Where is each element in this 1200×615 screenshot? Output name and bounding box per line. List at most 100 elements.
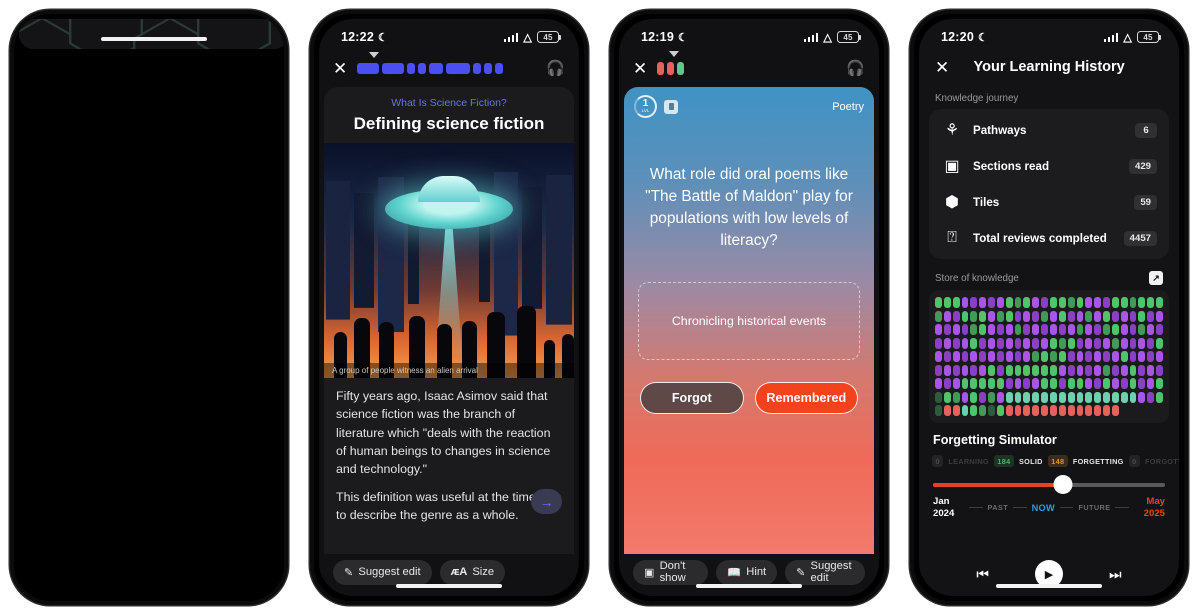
legend-label: LEARNING: [948, 456, 989, 466]
prev-icon[interactable]: ⏮: [976, 566, 989, 583]
ufo-icon: [385, 189, 513, 229]
heatmap-cell: [943, 337, 951, 349]
next-arrow-button[interactable]: →: [531, 489, 562, 514]
heatmap-cell: [952, 378, 960, 389]
reading-progress[interactable]: [357, 51, 536, 74]
text-size-label: Size: [472, 566, 495, 578]
heatmap-cell: [952, 310, 960, 322]
knowledge-heatmap[interactable]: [929, 290, 1169, 423]
heatmap-cell: [996, 324, 1004, 335]
article-kicker[interactable]: What Is Science Fiction?: [324, 87, 574, 109]
stat-row[interactable]: ⬢ Tiles 59: [929, 184, 1169, 220]
time-slider[interactable]: [933, 475, 1165, 494]
suggest-edit-button[interactable]: ✎ Suggest edit: [785, 559, 865, 585]
heatmap-cell: [1085, 364, 1093, 376]
heatmap-cell: [1120, 405, 1128, 416]
heatmap-cell: [1005, 324, 1013, 335]
heatmap-cell: [1094, 391, 1102, 403]
screen-review-card: 12:19 ☾ △ 45 ✕ 🎧 1 LVL Poetry What role …: [619, 19, 879, 596]
heatmap-cell: [961, 378, 969, 389]
heatmap-cell: [1120, 310, 1128, 322]
progress-segment: [473, 62, 482, 74]
answer-box[interactable]: Chronicling historical events: [638, 281, 860, 360]
heatmap-cell: [979, 310, 987, 322]
axis-line: [1115, 507, 1130, 508]
wifi-icon: △: [1123, 31, 1132, 44]
heatmap-row: [935, 297, 1163, 308]
status-time: 12:22: [341, 30, 374, 44]
axis-line: [969, 507, 983, 508]
screen-pathway-map: 10:01 ☾ △ 74: [19, 19, 284, 49]
review-progress[interactable]: [657, 50, 836, 75]
slider-knob[interactable]: [1053, 475, 1073, 494]
status-indicators: △ 45: [803, 31, 861, 44]
close-icon[interactable]: ✕: [333, 60, 347, 77]
stat-row[interactable]: ⍰ Total reviews completed 4457: [929, 220, 1169, 256]
cellular-icon: [1103, 32, 1119, 42]
heatmap-cell: [1023, 378, 1031, 389]
heatmap-cell: [1103, 378, 1110, 389]
suggest-edit-button[interactable]: ✎ Suggest edit: [333, 559, 432, 585]
heatmap-cell: [952, 405, 960, 416]
status-time-group: 12:19 ☾: [641, 30, 688, 44]
close-icon[interactable]: ✕: [633, 60, 647, 77]
legend-label: FORGETTING: [1072, 456, 1124, 466]
text-size-button[interactable]: ᴁA Size: [439, 559, 506, 585]
status-time-group: 12:22 ☾: [341, 30, 388, 44]
heatmap-cell: [1032, 351, 1040, 362]
expand-icon[interactable]: ↗: [1149, 271, 1163, 285]
heatmap-cell: [1067, 337, 1075, 349]
heatmap-cell: [1138, 391, 1146, 403]
status-time: 12:20: [941, 30, 974, 44]
status-indicators: △ 45: [1103, 31, 1161, 44]
hexagon-icon: ⬢: [945, 194, 959, 211]
legend-value: 184: [993, 455, 1014, 467]
heatmap-cell: [979, 405, 987, 416]
heatmap-cell: [1058, 405, 1066, 416]
stat-row[interactable]: ▣ Sections read 429: [929, 148, 1169, 184]
next-icon[interactable]: ⏭: [1109, 566, 1122, 583]
caret-down-icon: [369, 51, 380, 58]
headphones-icon[interactable]: 🎧: [546, 59, 565, 77]
heatmap-cell: [935, 364, 942, 376]
heatmap-cell: [1156, 378, 1163, 389]
status-time: 12:19: [641, 30, 674, 44]
progress-segment: [407, 62, 416, 74]
heatmap-row: [935, 337, 1163, 349]
heatmap-cell: [1076, 405, 1084, 416]
heatmap-cell: [1094, 310, 1102, 322]
forgot-button[interactable]: Forgot: [640, 381, 744, 414]
remembered-button[interactable]: Remembered: [754, 381, 858, 414]
heatmap-cell: [1049, 324, 1057, 335]
heatmap-cell: [1032, 337, 1040, 349]
heatmap-cell: [970, 337, 978, 349]
status-time-group: 12:20 ☾: [941, 30, 988, 44]
heatmap-cell: [988, 405, 995, 416]
hint-button[interactable]: 📖 Hint: [716, 559, 778, 585]
heatmap-cell: [1058, 364, 1066, 376]
axis-middle: PAST NOW FUTURE: [969, 503, 1130, 513]
stat-row[interactable]: ⚘ Pathways 6: [929, 112, 1169, 148]
caret-down-icon: [669, 50, 680, 57]
heatmap-cell: [1041, 405, 1048, 416]
heatmap-cell: [1067, 351, 1075, 362]
dont-show-button[interactable]: ▣ Don't show: [633, 559, 709, 585]
pathway-hex-map[interactable]: The Social Benefits of Play: Building Co…: [19, 19, 284, 49]
headphones-icon[interactable]: 🎧: [846, 59, 865, 77]
heatmap-cell: [988, 310, 995, 322]
heatmap-cell: [961, 364, 969, 376]
heatmap-cell: [1058, 351, 1066, 362]
stat-label: Sections read: [973, 159, 1050, 173]
heatmap-cell: [1085, 310, 1093, 322]
flashcard[interactable]: 1 LVL Poetry What role did oral poems li…: [624, 87, 874, 554]
heatmap-cell: [1049, 297, 1057, 308]
card-type-icon: [664, 99, 678, 114]
heatmap-cell: [1076, 297, 1084, 308]
heatmap-row: [935, 364, 1163, 376]
page-title: Your Learning History: [973, 59, 1125, 75]
heatmap-cell: [1005, 310, 1013, 322]
close-icon[interactable]: ✕: [935, 59, 949, 76]
book-icon: 📖: [727, 566, 742, 579]
heatmap-cell: [1067, 297, 1075, 308]
heatmap-cell: [1138, 405, 1146, 416]
